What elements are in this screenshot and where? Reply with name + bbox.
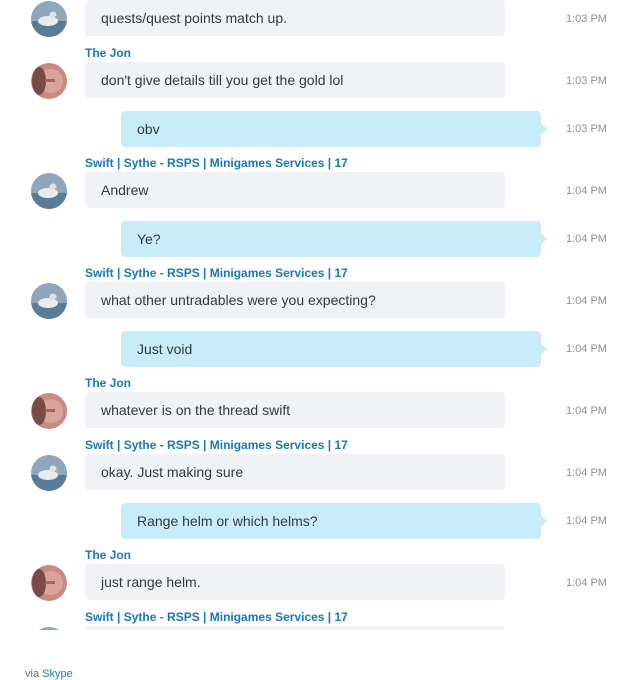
sender-name[interactable]: Swift | Sythe - RSPS | Minigames Service… xyxy=(85,438,348,452)
message-bubble-incoming[interactable]: quests/quest points match up. xyxy=(85,0,505,36)
jon-avatar[interactable] xyxy=(31,565,67,601)
sender-name[interactable]: The Jon xyxy=(85,46,131,60)
swift-avatar[interactable] xyxy=(31,1,67,37)
sender-name[interactable]: Swift | Sythe - RSPS | Minigames Service… xyxy=(85,156,348,170)
swift-avatar[interactable] xyxy=(31,173,67,209)
message-timestamp: 1:03 PM xyxy=(566,123,607,135)
message-timestamp: 1:03 PM xyxy=(566,13,607,25)
message-bubble-outgoing[interactable]: Ye? xyxy=(121,221,547,257)
message-bubble-incoming[interactable]: whatever is on the thread swift xyxy=(85,392,505,428)
footer-attribution: via Skype xyxy=(25,668,73,680)
message-text: obv xyxy=(137,121,160,137)
message-text: whatever is on the thread swift xyxy=(101,402,291,418)
message-text: okay. Just making sure xyxy=(101,464,244,480)
message-text: Range helm or which helms? xyxy=(137,513,318,529)
message-text: Just void xyxy=(137,341,193,357)
message-bubble-incoming[interactable]: Andrew xyxy=(85,172,505,208)
message-timestamp: 1:04 PM xyxy=(566,343,607,355)
sender-name[interactable]: Swift | Sythe - RSPS | Minigames Service… xyxy=(85,610,348,624)
message-bubble-incoming[interactable]: okay. Just making sure xyxy=(85,454,505,490)
swift-avatar[interactable] xyxy=(31,455,67,491)
message-timestamp: 1:03 PM xyxy=(566,75,607,87)
message-bubble-incoming[interactable]: just range helm. xyxy=(85,564,505,600)
message-bubble-outgoing[interactable]: obv xyxy=(121,111,547,147)
message-bubble-incoming[interactable] xyxy=(85,626,505,630)
message-bubble-outgoing[interactable]: Range helm or which helms? xyxy=(121,503,547,539)
jon-avatar[interactable] xyxy=(31,393,67,429)
message-timestamp: 1:04 PM xyxy=(566,515,607,527)
message-timestamp: 1:04 PM xyxy=(566,577,607,589)
skype-link[interactable]: Skype xyxy=(42,668,73,680)
message-text: don't give details till you get the gold… xyxy=(101,72,344,88)
message-text: Ye? xyxy=(137,231,161,247)
message-timestamp: 1:04 PM xyxy=(566,185,607,197)
footer-via: via xyxy=(25,668,40,680)
message-text: Andrew xyxy=(101,182,149,198)
message-timestamp: 1:04 PM xyxy=(566,405,607,417)
message-text: what other untradables were you expectin… xyxy=(101,292,376,308)
message-bubble-outgoing[interactable]: Just void xyxy=(121,331,547,367)
message-bubble-incoming[interactable]: don't give details till you get the gold… xyxy=(85,62,505,98)
message-bubble-incoming[interactable]: what other untradables were you expectin… xyxy=(85,282,505,318)
swift-avatar[interactable] xyxy=(31,627,67,630)
sender-name[interactable]: The Jon xyxy=(85,548,131,562)
message-text: quests/quest points match up. xyxy=(101,10,287,26)
chat-transcript: quests/quest points match up. 1:03 PM Th… xyxy=(0,0,637,630)
swift-avatar[interactable] xyxy=(31,283,67,319)
message-timestamp: 1:04 PM xyxy=(566,233,607,245)
message-timestamp: 1:04 PM xyxy=(566,295,607,307)
sender-name[interactable]: Swift | Sythe - RSPS | Minigames Service… xyxy=(85,266,348,280)
message-text: just range helm. xyxy=(101,574,201,590)
jon-avatar[interactable] xyxy=(31,63,67,99)
message-timestamp: 1:04 PM xyxy=(566,467,607,479)
sender-name[interactable]: The Jon xyxy=(85,376,131,390)
